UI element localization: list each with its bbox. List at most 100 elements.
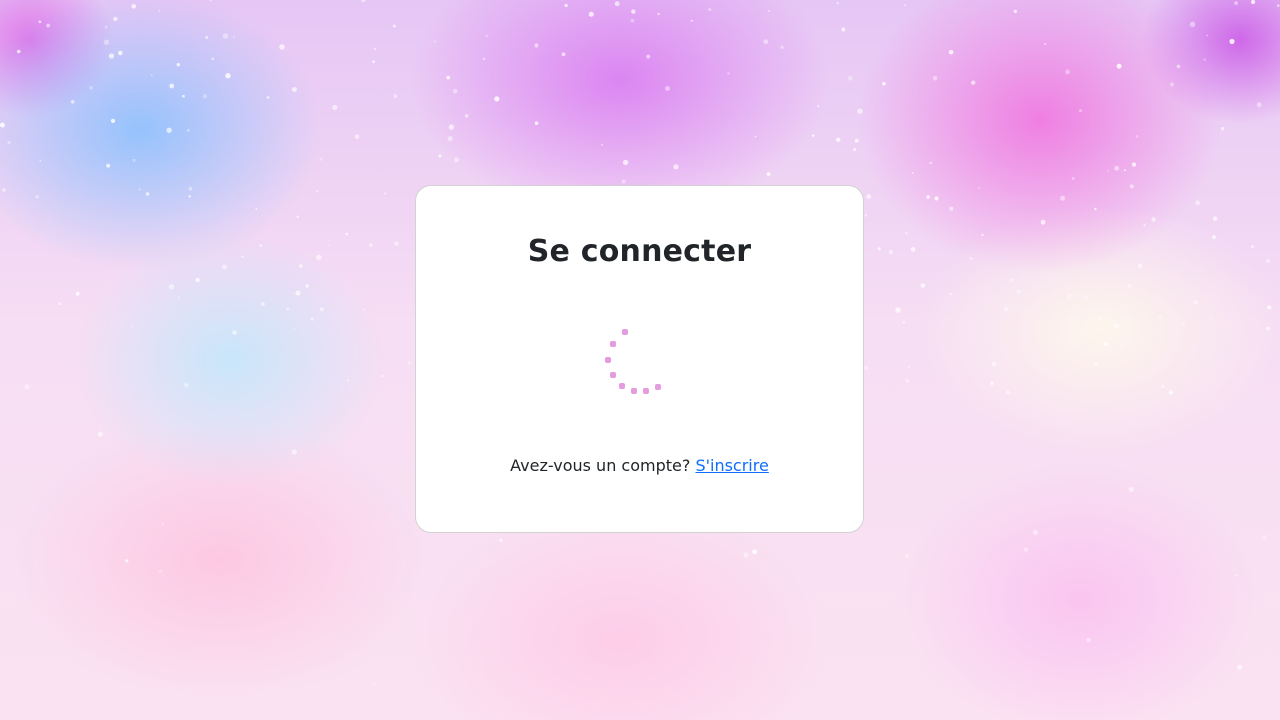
sparkle-dot — [183, 382, 189, 388]
sparkle-dot — [392, 24, 396, 28]
sparkle-dot — [499, 538, 503, 543]
sparkle-dot — [621, 179, 626, 184]
sparkle-dot — [0, 122, 5, 128]
signup-link[interactable]: S'inscrire — [695, 456, 768, 475]
sparkle-dot — [977, 187, 980, 189]
sparkle-dot — [752, 549, 758, 555]
sparkle-dot — [407, 361, 411, 365]
sparkle-dot — [1013, 9, 1017, 14]
sparkle-dot — [1193, 300, 1198, 305]
sparkle-dot — [981, 233, 984, 237]
sparkle-dot — [657, 12, 660, 16]
sparkle-dot — [767, 9, 771, 13]
sparkle-dot — [926, 195, 930, 199]
sparkle-dot — [1065, 69, 1070, 75]
sparkle-dot — [305, 284, 309, 288]
sparkle-dot — [882, 82, 886, 86]
sparkle-dot — [911, 172, 914, 174]
sparkle-dot — [138, 188, 141, 191]
sparkle-dot — [1023, 547, 1029, 552]
sparkle-dot — [433, 40, 437, 43]
sparkle-dot — [97, 431, 104, 437]
sparkle-dot — [766, 172, 771, 176]
sparkle-dot — [811, 134, 815, 137]
sparkle-dot — [327, 244, 330, 247]
sparkle-dot — [132, 158, 136, 162]
sparkle-dot — [763, 39, 769, 45]
sparkle-dot — [970, 257, 973, 260]
sparkle-dot — [902, 320, 906, 324]
sparkle-dot — [1212, 216, 1218, 221]
sparkle-dot — [113, 16, 118, 22]
sparkle-dot — [241, 255, 244, 258]
sparkle-dot — [780, 45, 784, 49]
sparkle-dot — [125, 559, 129, 563]
sparkle-dot — [225, 73, 231, 79]
sparkle-dot — [932, 75, 938, 81]
sparkle-dot — [319, 157, 323, 161]
sparkle-dot — [354, 134, 360, 139]
sparkle-dot — [452, 88, 458, 94]
sparkle-dot — [209, 0, 212, 2]
sparkle-dot — [864, 214, 868, 217]
sparkle-dot — [866, 194, 872, 200]
sparkle-dot — [222, 33, 229, 39]
sparkle-dot — [316, 190, 319, 193]
sparkle-dot — [1079, 109, 1082, 113]
sparkle-dot — [631, 9, 636, 14]
sparkle-dot — [949, 293, 952, 296]
sparkle-dot — [485, 34, 488, 38]
sparkle-dot — [286, 307, 289, 311]
sparkle-dot — [622, 159, 629, 166]
sparkle-dot — [1212, 235, 1216, 240]
sparkle-dot — [438, 154, 442, 158]
sparkle-dot — [255, 208, 258, 210]
sparkle-dot — [877, 247, 881, 251]
signup-prompt-row: Avez-vous un compte? S'inscrire — [416, 456, 863, 475]
sparkle-dot — [1181, 322, 1186, 326]
sparkle-dot — [361, 0, 366, 3]
sparkle-dot — [1044, 42, 1047, 45]
sparkle-dot — [266, 96, 270, 99]
sparkle-dot — [1169, 82, 1175, 87]
sparkle-dot — [970, 80, 976, 85]
page-title: Se connecter — [527, 234, 752, 269]
sparkle-dot — [131, 3, 137, 9]
sparkle-dot — [393, 94, 398, 99]
sparkle-dot — [345, 232, 348, 236]
sparkle-dot — [158, 10, 161, 12]
sparkle-dot — [1176, 64, 1181, 69]
sparkle-dot — [384, 192, 386, 195]
sparkle-dot — [920, 283, 926, 288]
sparkle-dot — [202, 94, 208, 99]
sparkle-dot — [319, 307, 324, 312]
sparkle-dot — [1107, 170, 1109, 173]
sparkle-dot — [1016, 289, 1021, 294]
sparkle-dot — [222, 264, 227, 270]
sparkle-dot — [1071, 177, 1075, 180]
sparkle-dot — [369, 243, 373, 248]
sparkle-dot — [949, 206, 954, 211]
sparkle-dot — [446, 75, 451, 80]
sparkle-dot — [108, 53, 115, 59]
sparkle-dot — [1116, 63, 1122, 69]
sparkle-dot — [614, 1, 620, 7]
sparkle-dot — [664, 85, 671, 92]
sparkle-dot — [1006, 390, 1010, 395]
sparkle-dot — [895, 307, 901, 313]
sparkle-dot — [708, 7, 712, 12]
sparkle-dot — [482, 57, 486, 61]
sparkle-dot — [1229, 38, 1235, 45]
sparkle-dot — [145, 192, 150, 196]
sparkle-dot — [110, 118, 116, 124]
sparkle-dot — [291, 86, 297, 93]
spinner-dot — [619, 383, 625, 389]
sparkle-dot — [1235, 573, 1238, 577]
sparkle-dot — [754, 135, 757, 138]
sparkle-dot — [1, 187, 6, 192]
sparkle-dot — [1060, 195, 1066, 201]
sparkle-dot — [70, 99, 75, 104]
sparkle-dot — [1276, 4, 1280, 7]
sparkle-dot — [990, 381, 994, 386]
sparkle-dot — [372, 683, 375, 686]
